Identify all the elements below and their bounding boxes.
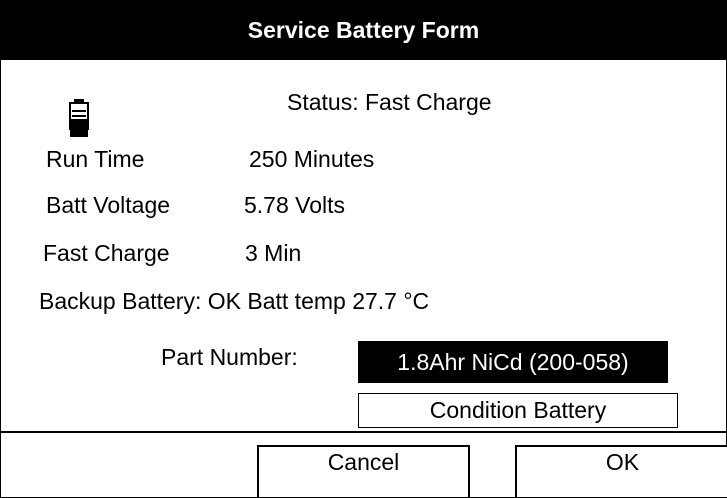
button-bar-divider: [1, 431, 726, 433]
cancel-button[interactable]: Cancel: [257, 445, 470, 497]
ok-label: OK: [605, 449, 640, 475]
condition-battery-button[interactable]: Condition Battery: [358, 393, 678, 428]
window-title-text: Service Battery Form: [247, 17, 480, 43]
service-battery-form: Service Battery Form Status: Fast Charge…: [0, 0, 727, 498]
part-number-value: 1.8Ahr NiCd (200-058): [397, 348, 629, 375]
run-time-label: Run Time: [46, 146, 145, 172]
cancel-label: Cancel: [327, 449, 400, 475]
backup-battery-status: Backup Battery: OK Batt temp 27.7 °C: [39, 288, 430, 314]
fast-charge-label: Fast Charge: [43, 240, 170, 266]
batt-voltage-value: 5.78 Volts: [244, 192, 346, 218]
ok-button[interactable]: OK: [515, 445, 727, 497]
status-text: Status: Fast Charge: [287, 89, 492, 115]
battery-icon: [69, 99, 89, 137]
part-number-select[interactable]: 1.8Ahr NiCd (200-058): [358, 341, 668, 383]
run-time-value: 250 Minutes: [249, 146, 375, 172]
batt-voltage-label: Batt Voltage: [46, 192, 171, 218]
fast-charge-value: 3 Min: [245, 240, 302, 266]
part-number-label: Part Number:: [161, 344, 298, 370]
condition-battery-label: Condition Battery: [429, 397, 607, 423]
window-title: Service Battery Form: [1, 1, 726, 60]
